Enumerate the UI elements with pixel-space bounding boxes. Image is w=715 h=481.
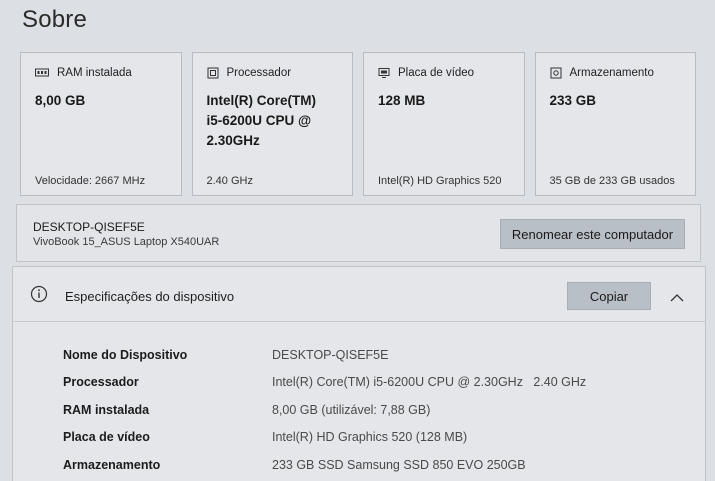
card-processor-label: Processador	[226, 67, 292, 79]
rename-computer-button[interactable]: Renomear este computador	[500, 219, 685, 249]
spec-value: 233 GB SSD Samsung SSD 850 EVO 250GB	[272, 457, 526, 472]
spec-label: RAM instalada	[63, 402, 150, 417]
device-specs-table: Nome do Dispositivo DESKTOP-QISEF5E Proc…	[13, 341, 586, 479]
chevron-up-icon[interactable]	[670, 289, 684, 307]
spec-row: Armazenamento 233 GB SSD Samsung SSD 850…	[13, 451, 586, 479]
spec-label: Armazenamento	[63, 457, 161, 472]
card-ram-label: RAM instalada	[57, 67, 132, 79]
card-storage-header: Armazenamento	[550, 67, 654, 79]
spec-row: Processador Intel(R) Core(TM) i5-6200U C…	[13, 369, 586, 397]
card-graphics: Placa de vídeo 128 MB Intel(R) HD Graphi…	[363, 52, 525, 196]
spec-row: Placa de vídeo Intel(R) HD Graphics 520 …	[13, 424, 586, 452]
card-storage-value: 233 GB	[549, 93, 597, 108]
page-title: Sobre	[22, 6, 88, 33]
spec-value: Intel(R) HD Graphics 520 (128 MB)	[272, 430, 468, 445]
card-ram-value: 8,00 GB	[35, 93, 86, 108]
card-storage-label: Armazenamento	[569, 67, 654, 79]
spec-value: 8,00 GB (utilizável: 7,88 GB)	[272, 402, 431, 417]
storage-icon	[550, 67, 562, 79]
ram-icon	[35, 68, 49, 78]
card-processor-footer: 2.40 GHz	[206, 175, 253, 187]
info-icon	[30, 285, 48, 308]
card-processor: Processador Intel(R) Core(TM) i5-6200U C…	[191, 52, 353, 196]
spec-row: Nome do Dispositivo DESKTOP-QISEF5E	[13, 341, 586, 369]
card-processor-header: Processador	[207, 67, 292, 79]
display-icon	[378, 67, 390, 79]
device-specs-title: Especificações do dispositivo	[65, 289, 235, 304]
device-specs-panel: Especificações do dispositivo Copiar Nom…	[12, 266, 706, 481]
spec-row: RAM instalada 8,00 GB (utilizável: 7,88 …	[13, 396, 586, 424]
card-graphics-value: 128 MB	[378, 93, 426, 108]
card-storage: Armazenamento 233 GB 35 GB de 233 GB usa…	[534, 52, 696, 196]
card-ram: RAM instalada 8,00 GB Velocidade: 2667 M…	[20, 52, 182, 196]
spec-cards: RAM instalada 8,00 GB Velocidade: 2667 M…	[20, 52, 696, 196]
card-ram-header: RAM instalada	[35, 67, 132, 79]
card-storage-footer: 35 GB de 233 GB usados	[549, 175, 675, 187]
card-processor-value: Intel(R) Core(TM) i5-6200U CPU @ 2.30GHz	[206, 93, 316, 148]
computer-name: DESKTOP-QISEF5E	[33, 220, 145, 234]
card-graphics-label: Placa de vídeo	[398, 67, 475, 79]
computer-model: VivoBook 15_ASUS Laptop X540UAR	[33, 236, 220, 248]
card-graphics-header: Placa de vídeo	[378, 67, 474, 79]
card-graphics-footer: Intel(R) HD Graphics 520	[378, 175, 502, 187]
copy-button[interactable]: Copiar	[567, 282, 651, 310]
processor-icon	[207, 67, 219, 79]
spec-label: Processador	[63, 375, 139, 390]
card-ram-footer: Velocidade: 2667 MHz	[35, 175, 146, 187]
device-specs-header[interactable]: Especificações do dispositivo Copiar	[13, 267, 705, 322]
spec-value: Intel(R) Core(TM) i5-6200U CPU @ 2.30GHz…	[272, 375, 587, 390]
spec-label: Nome do Dispositivo	[63, 347, 188, 362]
spec-value: DESKTOP-QISEF5E	[272, 347, 389, 362]
spec-label: Placa de vídeo	[63, 430, 150, 445]
computer-name-bar: DESKTOP-QISEF5E VivoBook 15_ASUS Laptop …	[16, 204, 701, 262]
